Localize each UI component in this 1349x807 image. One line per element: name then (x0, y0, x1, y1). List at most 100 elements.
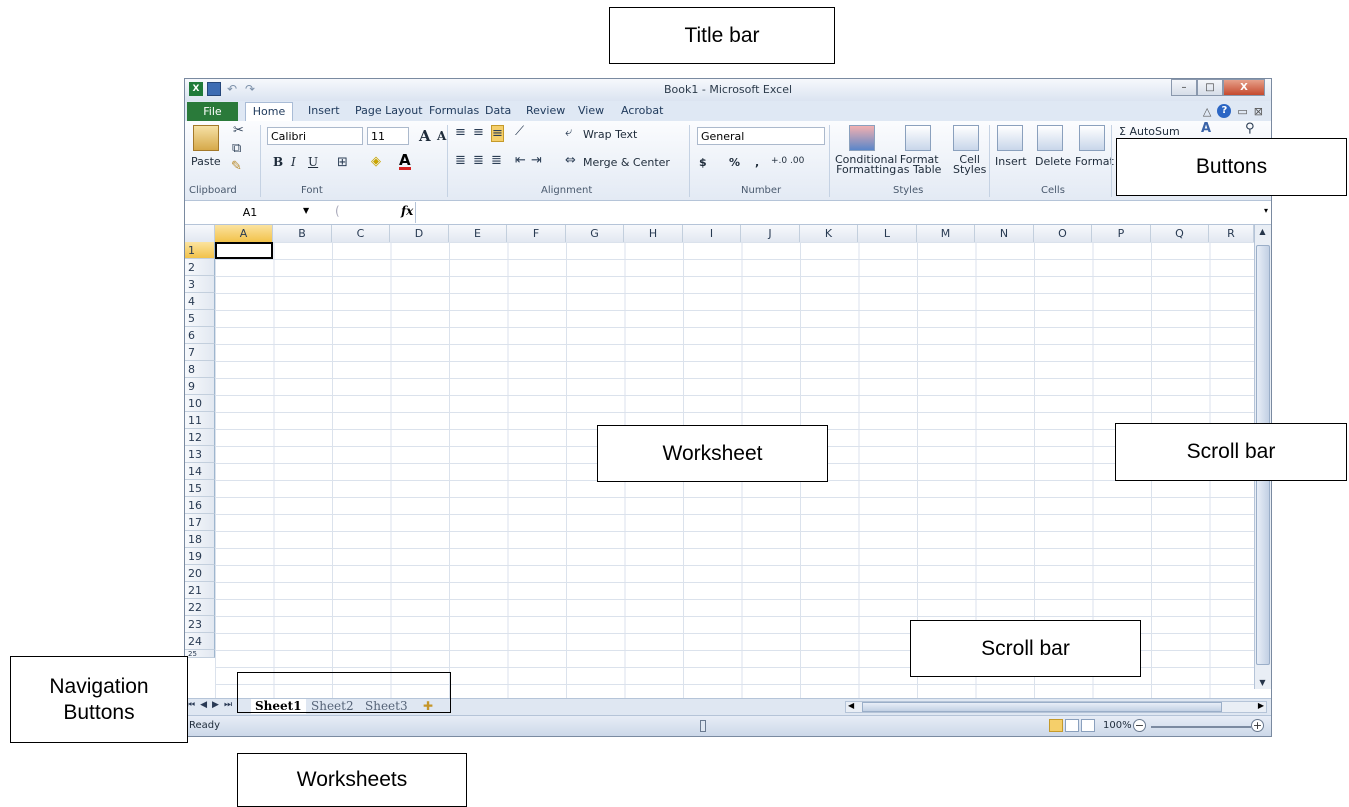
shrink-font-button[interactable]: A (437, 129, 446, 143)
font-name-field[interactable]: Calibri (267, 127, 363, 145)
row-header[interactable]: 20 (185, 565, 215, 582)
format-cells-button[interactable]: Format (1075, 155, 1114, 168)
insert-cells-button[interactable]: Insert (995, 155, 1027, 168)
align-top-icon[interactable]: ≡ (455, 125, 466, 140)
column-header[interactable]: G (566, 225, 624, 242)
tab-insert[interactable]: Insert (308, 104, 340, 117)
cell-styles-button[interactable]: Cell Styles (953, 154, 986, 175)
wrap-text-icon[interactable]: ⤶ (565, 125, 572, 140)
comma-button[interactable]: , (755, 156, 759, 169)
row-header[interactable]: 15 (185, 480, 215, 497)
increase-decimal-button[interactable]: +.0 .00 (771, 156, 804, 166)
formula-cancel-icon[interactable]: ( (335, 204, 340, 218)
scroll-down-icon[interactable]: ▼ (1255, 678, 1270, 687)
close-workbook-icon[interactable]: ⊠ (1254, 105, 1263, 118)
row-header[interactable]: 23 (185, 616, 215, 633)
row-header[interactable]: 12 (185, 429, 215, 446)
zoom-level[interactable]: 100% (1103, 720, 1132, 731)
row-header[interactable]: 21 (185, 582, 215, 599)
tab-formulas[interactable]: Formulas (429, 104, 479, 117)
format-painter-icon[interactable]: ✎ (231, 159, 242, 174)
currency-button[interactable]: $ (699, 156, 707, 169)
zoom-slider[interactable] (1151, 726, 1251, 728)
format-as-table-button[interactable]: Format as Table (897, 154, 941, 175)
page-break-view-icon[interactable] (1081, 719, 1095, 732)
row-header[interactable]: 13 (185, 446, 215, 463)
align-middle-icon[interactable]: ≡ (473, 125, 484, 140)
increase-indent-icon[interactable]: ⇥ (531, 153, 542, 168)
underline-button[interactable]: U (308, 155, 318, 169)
row-header[interactable]: 2 (185, 259, 215, 276)
row-header[interactable]: 22 (185, 599, 215, 616)
column-header[interactable]: Q (1151, 225, 1209, 242)
row-header[interactable]: 18 (185, 531, 215, 548)
row-header[interactable]: 14 (185, 463, 215, 480)
row-header[interactable]: 4 (185, 293, 215, 310)
row-header[interactable]: 10 (185, 395, 215, 412)
column-header[interactable]: L (858, 225, 917, 242)
sort-filter-icon[interactable]: A (1201, 121, 1211, 136)
tab-page-layout[interactable]: Page Layout (355, 104, 423, 117)
cell-styles-icon[interactable] (953, 125, 979, 151)
column-header[interactable]: P (1092, 225, 1151, 242)
column-header[interactable]: R (1209, 225, 1254, 242)
formula-input[interactable] (417, 203, 1253, 222)
horizontal-scrollbar[interactable]: ◀ ▶ (845, 701, 1267, 713)
expand-formula-bar-icon[interactable]: ▾ (1264, 206, 1268, 215)
horizontal-scroll-thumb[interactable] (862, 702, 1222, 712)
column-header[interactable]: K (800, 225, 858, 242)
tab-view[interactable]: View (578, 104, 604, 117)
column-header[interactable]: D (390, 225, 449, 242)
row-header[interactable]: 1 (185, 242, 215, 259)
tab-review[interactable]: Review (526, 104, 565, 117)
bold-button[interactable]: B (273, 155, 283, 169)
merge-center-icon[interactable]: ⇔ (565, 153, 576, 168)
page-layout-view-icon[interactable] (1065, 719, 1079, 732)
name-box-dropdown-icon[interactable]: ▼ (303, 206, 309, 215)
column-header[interactable]: F (507, 225, 566, 242)
column-header[interactable]: B (273, 225, 332, 242)
column-header[interactable]: E (449, 225, 507, 242)
merge-center-button[interactable]: Merge & Center (583, 156, 670, 169)
prev-sheet-icon[interactable]: ◀ (200, 700, 207, 710)
row-header[interactable]: 19 (185, 548, 215, 565)
format-as-table-icon[interactable] (905, 125, 931, 151)
percent-button[interactable]: % (729, 156, 740, 169)
number-format-field[interactable]: General (697, 127, 825, 145)
align-right-icon[interactable]: ≣ (491, 153, 502, 168)
name-box[interactable]: A1 (185, 204, 315, 221)
scroll-up-icon[interactable]: ▲ (1255, 227, 1270, 236)
paste-icon[interactable] (193, 125, 219, 151)
row-header[interactable]: 5 (185, 310, 215, 327)
row-header[interactable]: 7 (185, 344, 215, 361)
tab-acrobat[interactable]: Acrobat (621, 104, 663, 117)
tab-data[interactable]: Data (485, 104, 511, 117)
help-icon[interactable]: ? (1217, 104, 1232, 118)
zoom-out-button[interactable]: − (1133, 719, 1146, 732)
font-color-button[interactable]: A (399, 153, 411, 170)
column-header[interactable]: O (1034, 225, 1092, 242)
select-all-button[interactable] (185, 225, 215, 242)
fill-color-icon[interactable]: ◈ (371, 154, 381, 169)
active-cell[interactable] (215, 242, 273, 259)
row-header[interactable]: 24 (185, 633, 215, 650)
conditional-formatting-button[interactable]: Conditional Formatting (835, 154, 897, 175)
normal-view-icon[interactable] (1049, 719, 1063, 732)
restore-workbook-icon[interactable]: ▭ (1237, 105, 1247, 118)
minimize-ribbon-icon[interactable]: △ (1203, 105, 1211, 118)
scroll-left-icon[interactable]: ◀ (848, 701, 854, 710)
row-header[interactable]: 6 (185, 327, 215, 344)
column-header[interactable]: H (624, 225, 683, 242)
insert-function-button[interactable]: fx (401, 204, 413, 218)
delete-cells-button[interactable]: Delete (1035, 155, 1071, 168)
first-sheet-icon[interactable]: ⏮ (187, 700, 195, 710)
column-header[interactable]: N (975, 225, 1034, 242)
tab-home[interactable]: Home (245, 102, 293, 121)
column-header[interactable]: M (917, 225, 975, 242)
column-header[interactable]: I (683, 225, 741, 242)
column-header[interactable]: J (741, 225, 800, 242)
row-header[interactable]: 17 (185, 514, 215, 531)
borders-icon[interactable]: ⊞ (337, 155, 348, 170)
row-header[interactable]: 11 (185, 412, 215, 429)
autosum-button[interactable]: Σ AutoSum (1119, 125, 1180, 138)
